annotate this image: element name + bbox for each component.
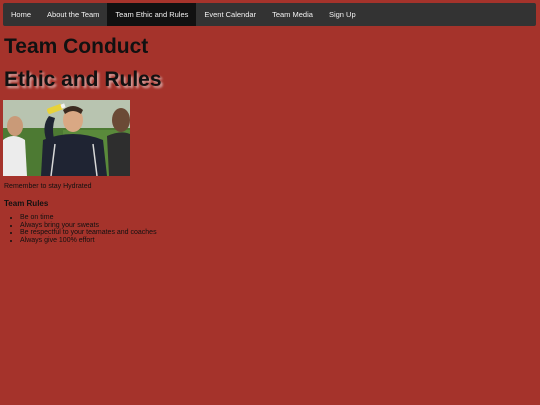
nav-event-calendar[interactable]: Event Calendar: [196, 3, 264, 26]
hydration-photo-illustration: [3, 100, 130, 176]
list-item: Be respectful to your teamates and coach…: [20, 229, 157, 237]
nav-home[interactable]: Home: [3, 3, 39, 26]
list-item: Always give 100% effort: [20, 237, 157, 245]
photo-caption: Remember to stay Hydrated: [4, 183, 92, 190]
nav-about-the-team[interactable]: About the Team: [39, 3, 107, 26]
team-rules-heading: Team Rules: [4, 199, 49, 208]
page-title: Team Conduct: [4, 35, 149, 58]
nav-team-ethic-and-rules[interactable]: Team Ethic and Rules: [107, 3, 197, 26]
page-subtitle: Ethic and Rules: [4, 68, 162, 91]
list-item: Be on time: [20, 214, 157, 222]
page: Home About the Team Team Ethic and Rules…: [0, 0, 540, 405]
nav-sign-up[interactable]: Sign Up: [321, 3, 364, 26]
hydration-photo: [3, 100, 130, 176]
nav-team-media[interactable]: Team Media: [264, 3, 321, 26]
list-item: Always bring your sweats: [20, 222, 157, 230]
top-navbar: Home About the Team Team Ethic and Rules…: [3, 3, 536, 26]
team-rules-list: Be on time Always bring your sweats Be r…: [4, 214, 157, 245]
